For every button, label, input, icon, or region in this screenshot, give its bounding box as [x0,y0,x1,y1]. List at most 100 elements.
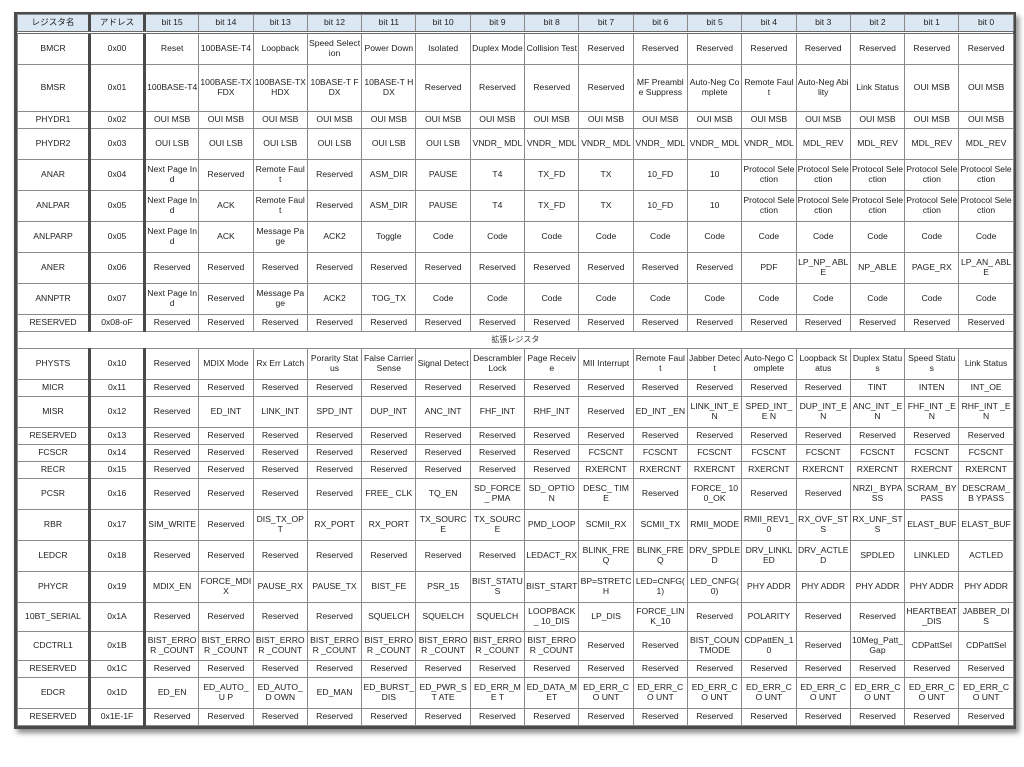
bit-8-cell: Page Receive [524,348,580,380]
register-name: RESERVED [17,314,91,332]
bit-8-cell: BIST_START [524,571,580,603]
bit-8-cell: BIST_ERROR _COUNT [524,631,580,661]
bit-8-cell: Reserved [524,252,580,284]
bit-0-cell: PHY ADDR [958,571,1014,603]
bit-13-cell: Reserved [252,478,308,510]
bit-12-cell: Reserved [306,660,363,678]
bit-3-cell: FCSCNT [795,444,851,462]
register-address: 0x18 [89,540,146,572]
bit-3-cell: RXERCNT [795,461,851,479]
bit-8-cell: Reserved [524,708,580,726]
register-address: 0x10 [89,348,146,380]
bit-1-cell: Protocol Selection [904,190,960,222]
bit-10-cell: Reserved [415,708,471,726]
register-address: 0x02 [89,111,146,129]
register-row: ANAR 0x04 Next Page Ind Reserved Remote Faul… [17,159,1014,191]
bit-6-cell: LED=CNFG( 1) [632,571,688,603]
register-name: ANLPARP [17,221,91,253]
bit-7-cell: SCMII_RX [578,509,634,541]
bit-2-cell: Reserved [849,708,906,726]
bit-5-cell: Reserved [686,708,743,726]
bit-6-cell: Reserved [632,32,688,65]
bit-15-cell: Reserved [143,348,200,380]
bit-5-cell: 10 [686,190,743,222]
bit-15-cell: Reserved [143,379,200,397]
bit-15-cell: Reset [143,32,200,65]
bit-3-cell: Loopback Status [795,348,851,380]
bit-2-cell: Reserved [849,314,906,332]
extended-registers: PHYSTS 0x10 Reserved MDIX Mode Rx Err Latch P… [17,348,1014,726]
bit-0-cell: Code [958,221,1014,253]
bit-0-cell: MDL_REV [958,128,1014,160]
header-bit-11: bit 11 [361,14,417,34]
bit-7-cell: Reserved [578,252,634,284]
register-name: LEDCR [17,540,91,572]
bit-7-cell: VNDR_ MDL [578,128,634,160]
bit-14-cell: FORCE_MDI X [198,571,254,603]
header-address: アドレス [89,14,146,34]
bit-12-cell: Reserved [306,478,363,510]
bit-15-cell: OUI MSB [143,111,200,129]
bit-9-cell: Reserved [469,427,526,445]
bit-11-cell: BIST_FE [361,571,417,603]
bit-14-cell: Reserved [198,252,254,284]
bit-15-cell: Reserved [143,427,200,445]
bit-9-cell: Reserved [469,461,526,479]
register-address: 0x08-oF [89,314,146,332]
bit-10-cell: Code [415,283,471,315]
bit-1-cell: Reserved [904,708,960,726]
bit-11-cell: False Carrier Sense [361,348,417,380]
bit-13-cell: Remote Fault [252,190,308,222]
register-name: PHYDR2 [17,128,91,160]
bit-14-cell: Reserved [198,283,254,315]
register-name: BMCR [17,32,91,65]
bit-6-cell: RXERCNT [632,461,688,479]
register-row: RBR 0x17 SIM_WRITE Reserved DIS_TX_OPT RX_POR… [17,509,1014,541]
bit-0-cell: Protocol Selection [958,159,1014,191]
bit-4-cell: RMII_REV1_ 0 [741,509,797,541]
header-bit-6: bit 6 [632,14,688,34]
bit-11-cell: Reserved [361,708,417,726]
bit-12-cell: Reserved [306,314,363,332]
bit-13-cell: Message Page [252,283,308,315]
bit-10-cell: Reserved [415,252,471,284]
register-name: PHYDR1 [17,111,91,129]
header-bit-0: bit 0 [958,14,1014,34]
bit-8-cell: VNDR_ MDL [524,128,580,160]
register-row: RESERVED 0x08-oF Reserved Reserved Reserved R… [17,314,1014,332]
bit-4-cell: Code [741,221,797,253]
bit-4-cell: Reserved [741,427,797,445]
bit-7-cell: Reserved [578,32,634,65]
bit-4-cell: ED_ERR_CO UNT [741,677,797,709]
bit-3-cell: MDL_REV [795,128,851,160]
bit-12-cell: SPD_INT [306,396,363,428]
bit-0-cell: Reserved [958,314,1014,332]
bit-10-cell: PAUSE [415,190,471,222]
register-row: PCSR 0x16 Reserved Reserved Reserved Reserved… [17,478,1014,510]
bit-13-cell: Reserved [252,660,308,678]
register-row: RESERVED 0x13 Reserved Reserved Reserved Rese… [17,427,1014,445]
bit-3-cell: Reserved [795,478,851,510]
bit-2-cell: OUI MSB [849,111,906,129]
bit-0-cell: OUI MSB [958,111,1014,129]
bit-3-cell: Reserved [795,32,851,65]
bit-7-cell: BLINK_FRE Q [578,540,634,572]
register-address: 0x11 [89,379,146,397]
bit-13-cell: Reserved [252,379,308,397]
register-name: BMSR [17,64,91,112]
bit-14-cell: Reserved [198,444,254,462]
bit-11-cell: Toggle [361,221,417,253]
bit-5-cell: BIST_COUN TMODE [686,631,743,661]
bit-8-cell: LEDACT_RX [524,540,580,572]
bit-9-cell: BIST_STATU S [469,571,526,603]
bit-3-cell: Reserved [795,379,851,397]
register-address: 0x16 [89,478,146,510]
bit-3-cell: DRV_ACTLE D [795,540,851,572]
bit-5-cell: DRV_SPDLE D [686,540,743,572]
register-row: 10BT_SERIAL 0x1A Reserved Reserved Reserved R… [17,602,1014,632]
bit-1-cell: FHF_INT _EN [904,396,960,428]
bit-2-cell: MDL_REV [849,128,906,160]
bit-6-cell: Remote Fault [632,348,688,380]
bit-10-cell: BIST_ERROR _COUNT [415,631,471,661]
bit-11-cell: Reserved [361,540,417,572]
